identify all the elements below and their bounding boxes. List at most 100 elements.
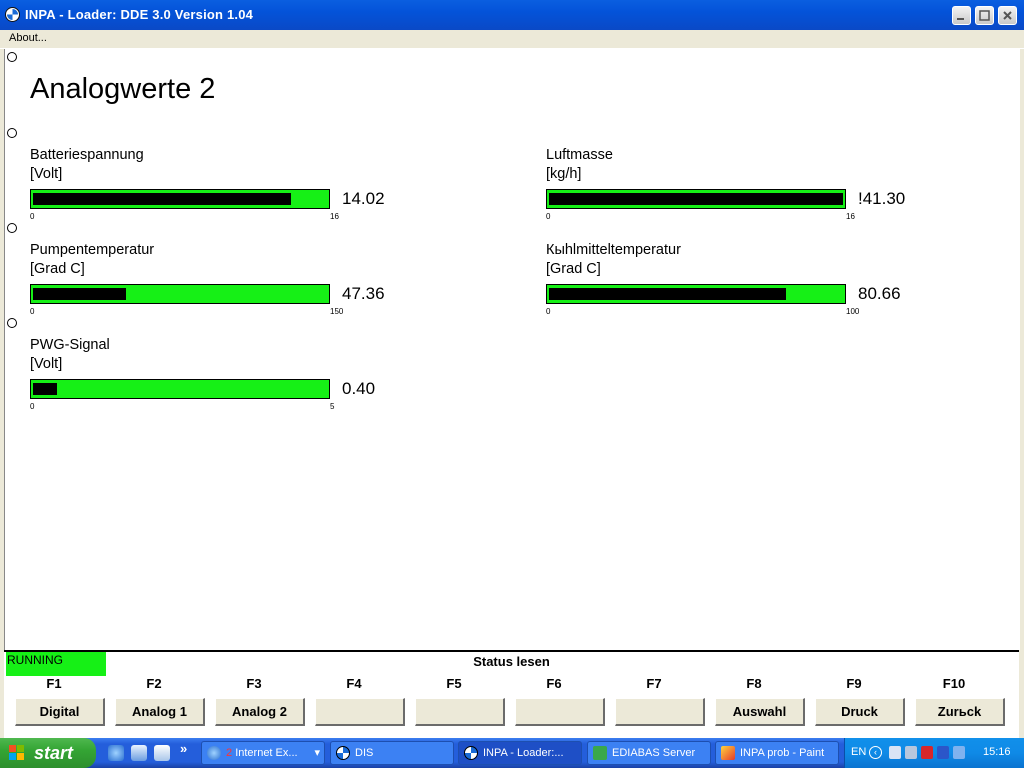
gauge-value: 14.02 xyxy=(342,189,385,208)
status-bar: RUNNING Status lesen xyxy=(4,650,1019,676)
volume-muted-icon[interactable] xyxy=(889,746,901,759)
task-label: Internet Ex... xyxy=(235,747,298,759)
gauge-label: Pumpentemperatur xyxy=(30,242,155,258)
main-screen: Analogwerte 2 Batteriespannung [Volt] 14… xyxy=(4,49,1020,650)
task-label: INPA - Loader:... xyxy=(483,747,564,759)
f7-button[interactable] xyxy=(615,698,705,726)
start-label: start xyxy=(34,743,74,763)
notepad-icon[interactable] xyxy=(154,745,170,761)
gauge-max: 16 xyxy=(330,212,339,221)
window-title: INPA - Loader: DDE 3.0 Version 1.04 xyxy=(25,7,254,22)
marker-circle-icon xyxy=(7,128,17,138)
gauge-fill xyxy=(549,193,843,205)
gauge-min: 0 xyxy=(30,402,35,411)
digital-button[interactable]: Digital xyxy=(15,698,105,726)
task-internet-explorer[interactable]: 2 Internet Ex... ▾ xyxy=(201,741,325,765)
marker-circle-icon xyxy=(7,318,17,328)
start-button[interactable]: start xyxy=(0,738,96,768)
close-button[interactable] xyxy=(998,6,1017,25)
gauge-kuehlmitteltemperatur: Кыhlmitteltemperatur [Grad C] 80.66 0 10… xyxy=(546,242,966,322)
gauge-bar xyxy=(30,379,330,399)
outlook-express-icon[interactable] xyxy=(131,745,147,761)
gauge-fill xyxy=(33,193,291,205)
tray-app-icon[interactable] xyxy=(937,746,949,759)
task-inpa-loader[interactable]: INPA - Loader:... xyxy=(458,741,582,765)
minimize-icon xyxy=(957,18,964,20)
taskbar: start » 2 Internet Ex... ▾ DIS INPA - Lo… xyxy=(0,738,1024,768)
bmw-icon xyxy=(464,746,478,760)
gauge-label: Batteriespannung xyxy=(30,147,144,163)
network-icon[interactable] xyxy=(905,746,917,759)
internet-explorer-icon[interactable] xyxy=(108,745,124,761)
f6-button[interactable] xyxy=(515,698,605,726)
gauge-batteriespannung: Batteriespannung [Volt] 14.02 0 16 xyxy=(30,147,450,227)
menu-item-about[interactable]: About... xyxy=(9,32,47,44)
gauge-max: 150 xyxy=(330,307,344,316)
fkey-label: F1 xyxy=(46,676,62,691)
task-label: INPA prob - Paint xyxy=(740,747,825,759)
gauge-label: Luftmasse xyxy=(546,147,613,163)
gauge-value: !41.30 xyxy=(858,189,906,208)
gauge-max: 5 xyxy=(330,402,335,411)
minimize-button[interactable] xyxy=(952,6,971,25)
gauge-min: 0 xyxy=(546,307,551,316)
gauge-bar xyxy=(546,284,846,304)
windows-flag-icon xyxy=(9,745,25,761)
task-dis[interactable]: DIS xyxy=(330,741,454,765)
close-icon xyxy=(1003,11,1012,20)
gauge-unit: [Volt] xyxy=(30,356,63,372)
analog-2-button[interactable]: Analog 2 xyxy=(215,698,305,726)
task-label: EDIABAS Server xyxy=(612,747,696,759)
analog-1-button[interactable]: Analog 1 xyxy=(115,698,205,726)
maximize-icon xyxy=(979,10,990,21)
auswahl-button[interactable]: Auswahl xyxy=(715,698,805,726)
quicklaunch-overflow[interactable]: » xyxy=(180,741,187,756)
zurueck-button[interactable]: Zurьck xyxy=(915,698,1005,726)
function-key-bar: F1 Digital F2 Analog 1 F3 Analog 2 F4 F5 F6… xyxy=(4,676,1019,738)
display-icon[interactable] xyxy=(953,746,965,759)
task-paint[interactable]: INPA prob - Paint xyxy=(715,741,839,765)
gauge-value: 80.66 xyxy=(858,284,901,303)
gauge-max: 100 xyxy=(846,307,860,316)
tray-expand-icon[interactable]: ‹ xyxy=(869,746,882,759)
gauge-value: 0.40 xyxy=(342,379,376,398)
fkey-label: F9 xyxy=(846,676,862,691)
gauge-pwg-signal: PWG-Signal [Volt] 0.40 0 5 xyxy=(30,337,450,417)
fkey-label: F5 xyxy=(446,676,462,691)
maximize-button[interactable] xyxy=(975,6,994,25)
task-group-count: 2 xyxy=(226,747,233,759)
bmw-logo-icon xyxy=(5,7,20,22)
task-label: DIS xyxy=(355,747,374,759)
fkey-label: F7 xyxy=(646,676,662,691)
fkey-label: F10 xyxy=(942,676,966,691)
f4-button[interactable] xyxy=(315,698,405,726)
paint-icon xyxy=(721,746,735,760)
bmw-icon xyxy=(336,746,350,760)
gauge-min: 0 xyxy=(30,212,35,221)
menu-bar: About... xyxy=(0,30,1024,49)
language-indicator[interactable]: EN xyxy=(851,746,866,758)
fkey-label: F4 xyxy=(346,676,362,691)
fkey-label: F2 xyxy=(146,676,162,691)
gauge-bar xyxy=(30,189,330,209)
gauge-value: 47.36 xyxy=(342,284,385,303)
fkey-label: F3 xyxy=(246,676,262,691)
status-text: Status lesen xyxy=(473,654,550,669)
gauge-bar xyxy=(30,284,330,304)
antivirus-icon[interactable] xyxy=(921,746,933,759)
title-bar[interactable]: INPA - Loader: DDE 3.0 Version 1.04 xyxy=(0,0,1024,30)
task-ediabas-server[interactable]: EDIABAS Server xyxy=(587,741,711,765)
fkey-label: F8 xyxy=(746,676,762,691)
marker-circle-icon xyxy=(7,223,17,233)
gauge-label: Кыhlmitteltemperatur xyxy=(546,242,681,258)
gauge-unit: [Volt] xyxy=(30,166,63,182)
gauge-fill xyxy=(33,288,126,300)
marker-circle-icon xyxy=(7,52,17,62)
system-tray: EN ‹ 15:16 xyxy=(844,738,1024,768)
gauge-pumpentemperatur: Pumpentemperatur [Grad C] 47.36 0 150 xyxy=(30,242,450,322)
gauge-fill xyxy=(549,288,786,300)
page-title: Analogwerte 2 xyxy=(30,73,216,105)
fkey-label: F6 xyxy=(546,676,562,691)
druck-button[interactable]: Druck xyxy=(815,698,905,726)
f5-button[interactable] xyxy=(415,698,505,726)
